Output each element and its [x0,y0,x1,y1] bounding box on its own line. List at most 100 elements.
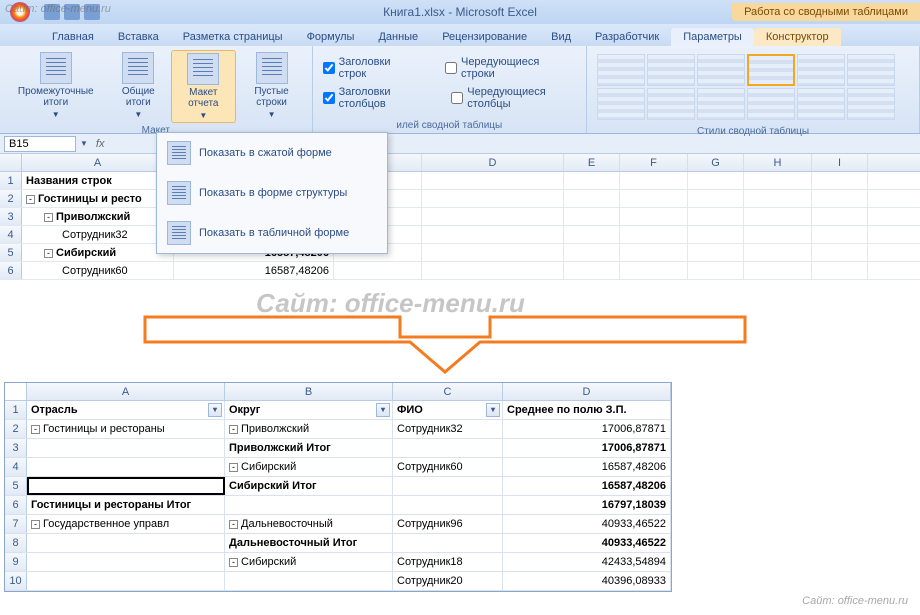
checkbox-icon[interactable] [323,62,335,74]
tab-Конструктор[interactable]: Конструктор [754,28,841,46]
cell[interactable] [620,190,688,207]
style-swatch[interactable] [847,88,895,120]
collapse-icon[interactable]: - [44,249,53,258]
col-header[interactable]: E [564,154,620,171]
collapse-icon[interactable]: - [229,558,238,567]
cell[interactable]: -Гостиницы и рестораны [27,420,225,438]
row-header[interactable]: 3 [0,208,22,225]
cell[interactable] [744,172,812,189]
cell[interactable] [812,208,868,225]
cell[interactable] [812,172,868,189]
tab-Разработчик[interactable]: Разработчик [583,28,671,46]
cell[interactable]: Дальневосточный Итог [225,534,393,552]
row-header[interactable]: 7 [5,515,27,533]
cell[interactable]: Сотрудник32 [393,420,503,438]
cell[interactable] [744,226,812,243]
select-all-button[interactable] [0,154,22,171]
cell[interactable] [393,439,503,457]
dropdown-item-tabular[interactable]: Показать в табличной форме [157,213,387,253]
cell[interactable] [812,262,868,279]
row-header[interactable]: 6 [0,262,22,279]
cell[interactable] [620,172,688,189]
cell[interactable]: Сибирский Итог [225,477,393,495]
cell[interactable] [744,190,812,207]
style-swatch[interactable] [797,54,845,86]
row-header[interactable]: 6 [5,496,27,514]
cell[interactable]: 16797,18039 [503,496,671,514]
cell[interactable] [688,226,744,243]
col-header[interactable]: H [744,154,812,171]
cell[interactable]: Сотрудник18 [393,553,503,571]
tab-Вид[interactable]: Вид [539,28,583,46]
cell[interactable] [393,496,503,514]
cell[interactable]: Сотрудник60 [22,262,174,279]
cell[interactable]: Сотрудник32 [22,226,174,243]
row-header[interactable]: 8 [5,534,27,552]
cell[interactable] [812,226,868,243]
cell[interactable] [225,496,393,514]
cell[interactable] [225,572,393,590]
cell[interactable]: -Сибирский [22,244,174,261]
cell[interactable]: Названия строк [22,172,174,189]
col-header[interactable]: A [22,154,174,171]
cell[interactable]: Сотрудник96 [393,515,503,533]
pivot-field-header[interactable]: Среднее по полю З.П. [503,401,671,419]
cell[interactable] [744,244,812,261]
cell[interactable]: -Приволжский [22,208,174,225]
cell[interactable] [27,439,225,457]
style-swatch[interactable] [697,54,745,86]
styles-gallery[interactable] [593,50,913,124]
cell[interactable] [620,262,688,279]
cell[interactable]: -Приволжский [225,420,393,438]
style-swatch[interactable] [647,88,695,120]
pivot-field-header[interactable]: ФИО▾ [393,401,503,419]
cell[interactable]: 17006,87871 [503,420,671,438]
tab-Параметры[interactable]: Параметры [671,28,754,46]
style-swatch[interactable] [597,88,645,120]
cell[interactable]: 42433,54894 [503,553,671,571]
row-header[interactable]: 10 [5,572,27,590]
cell[interactable] [688,244,744,261]
cell[interactable] [334,262,422,279]
cell[interactable]: -Государственное управл [27,515,225,533]
dropdown-item-outline[interactable]: Показать в форме структуры [157,173,387,213]
cell[interactable] [422,190,564,207]
cell[interactable] [744,208,812,225]
cell[interactable] [564,208,620,225]
cell[interactable]: Сотрудник60 [393,458,503,476]
cb-col-headers[interactable]: Заголовки столбцов [323,86,428,110]
cell[interactable] [564,172,620,189]
cell[interactable] [27,553,225,571]
style-swatch[interactable] [597,54,645,86]
cell[interactable] [422,226,564,243]
cell[interactable] [27,477,225,495]
cell[interactable] [393,477,503,495]
collapse-icon[interactable]: - [229,425,238,434]
col-header[interactable]: G [688,154,744,171]
collapse-icon[interactable]: - [31,520,40,529]
style-swatch[interactable] [797,88,845,120]
collapse-icon[interactable]: - [26,195,35,204]
report-layout-button[interactable]: Макет отчета ▼ [171,50,235,123]
row-header[interactable]: 5 [5,477,27,495]
name-box[interactable] [4,136,76,152]
tab-Главная[interactable]: Главная [40,28,106,46]
cell[interactable] [422,262,564,279]
grand-totals-button[interactable]: Общие итоги ▼ [108,50,170,123]
checkbox-icon[interactable] [445,62,457,74]
collapse-icon[interactable]: - [44,213,53,222]
col-header[interactable]: I [812,154,868,171]
col-header[interactable]: F [620,154,688,171]
cell[interactable]: 17006,87871 [503,439,671,457]
filter-dropdown-icon[interactable]: ▾ [208,403,222,417]
cell[interactable] [688,172,744,189]
cell[interactable] [812,244,868,261]
cell[interactable]: Сотрудник20 [393,572,503,590]
cell[interactable]: Гостиницы и рестораны Итог [27,496,225,514]
cb-banded-cols[interactable]: Чередующиеся столбцы [451,86,576,110]
collapse-icon[interactable]: - [229,520,238,529]
cb-banded-rows[interactable]: Чередующиеся строки [445,56,576,80]
cell[interactable] [564,190,620,207]
style-swatch[interactable] [847,54,895,86]
cell[interactable]: 40933,46522 [503,515,671,533]
